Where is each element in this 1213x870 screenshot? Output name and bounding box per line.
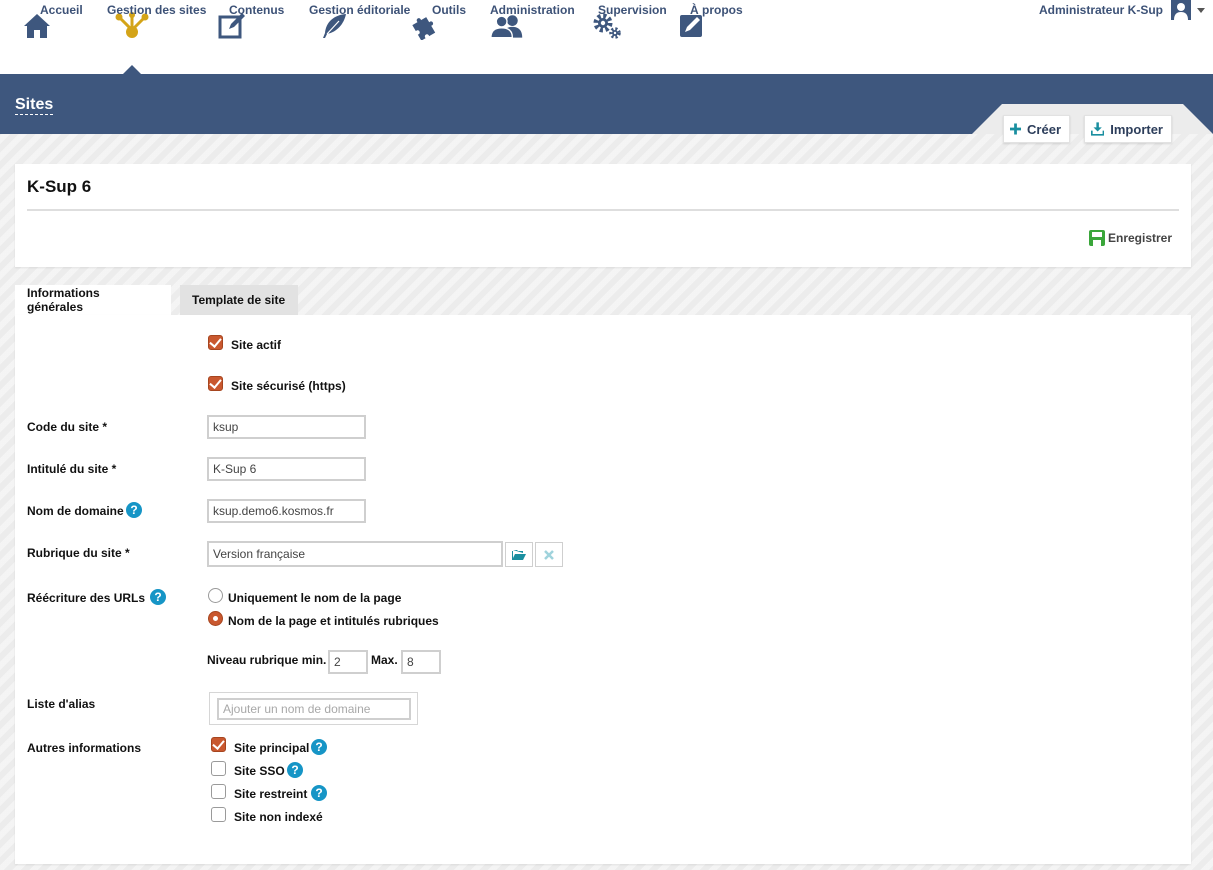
- nav-supervision[interactable]: Supervision: [571, 0, 667, 74]
- liste-alias-label: Liste d'alias: [27, 697, 96, 711]
- nav-label: Administration: [490, 3, 575, 17]
- nav-contenus[interactable]: Contenus: [202, 0, 284, 74]
- folder-open-icon: [512, 549, 526, 560]
- rewrite-option-page-only-radio[interactable]: [208, 588, 223, 603]
- nav-label: Accueil: [40, 3, 83, 17]
- autres-informations-label: Autres informations: [27, 741, 142, 755]
- nav-outils[interactable]: Outils: [405, 0, 466, 74]
- nom-de-domaine-label: Nom de domaine: [27, 504, 124, 518]
- site-actif-checkbox[interactable]: [208, 335, 223, 350]
- code-du-site-input[interactable]: [207, 415, 366, 439]
- help-icon[interactable]: ?: [311, 785, 327, 801]
- user-avatar-icon: [1171, 0, 1191, 20]
- intitule-du-site-input[interactable]: [207, 457, 366, 481]
- clear-rubrique-button[interactable]: [535, 542, 563, 567]
- site-principal-label: Site principal: [234, 741, 310, 755]
- rubrique-du-site-input[interactable]: [207, 541, 503, 567]
- nav-label: Outils: [432, 3, 467, 17]
- nav-label: Gestion éditoriale: [309, 3, 411, 17]
- niveau-max-input[interactable]: [401, 650, 441, 674]
- rewrite-option-label: Uniquement le nom de la page: [228, 591, 402, 605]
- site-non-indexe-checkbox[interactable]: [211, 807, 226, 822]
- help-icon[interactable]: ?: [311, 739, 327, 755]
- help-icon[interactable]: ?: [150, 589, 166, 605]
- nav-administration[interactable]: Administration: [463, 0, 575, 74]
- browse-rubrique-button[interactable]: [505, 542, 533, 567]
- intitule-du-site-label: Intitulé du site *: [27, 462, 117, 476]
- page-title[interactable]: Sites: [15, 95, 54, 115]
- form-panel: [15, 315, 1191, 864]
- nom-de-domaine-input[interactable]: [207, 499, 366, 523]
- active-nav-indicator: [122, 65, 141, 74]
- niveau-min-input[interactable]: [328, 650, 368, 674]
- nav-label: Contenus: [229, 3, 285, 17]
- rewrite-option-label: Nom de la page et intitulés rubriques: [228, 614, 439, 628]
- site-title: K-Sup 6: [27, 177, 92, 196]
- site-principal-checkbox[interactable]: [211, 737, 226, 752]
- save-label: Enregistrer: [1108, 231, 1173, 245]
- alias-input[interactable]: [217, 698, 411, 720]
- site-sso-label: Site SSO: [234, 764, 285, 778]
- nav-gestion-editoriale[interactable]: Gestion éditoriale: [282, 0, 410, 74]
- user-name: Administrateur K-Sup: [1038, 3, 1163, 17]
- import-label: Importer: [1110, 121, 1163, 137]
- alias-container: [209, 692, 418, 725]
- nav-a-propos[interactable]: À propos: [663, 0, 743, 74]
- user-menu[interactable]: Administrateur K-Sup: [1039, 0, 1205, 20]
- site-header-panel: [15, 164, 1191, 267]
- niveau-rubrique-min-label: Niveau rubrique min.: [207, 653, 327, 667]
- nav-label: Supervision: [598, 3, 667, 17]
- save-icon: [1089, 230, 1105, 246]
- reecriture-urls-label: Réécriture des URLs: [27, 591, 146, 605]
- download-icon: [1091, 122, 1105, 136]
- help-icon[interactable]: ?: [287, 762, 303, 778]
- help-icon[interactable]: ?: [126, 502, 142, 518]
- nav-gestion-des-sites[interactable]: Gestion des sites: [80, 0, 206, 74]
- plus-icon: [1010, 123, 1022, 135]
- niveau-max-label: Max.: [371, 653, 398, 667]
- site-actif-label: Site actif: [231, 338, 282, 352]
- close-icon: [544, 549, 554, 560]
- nav-label: À propos: [690, 3, 743, 17]
- create-button[interactable]: Créer: [1003, 115, 1070, 143]
- rubrique-du-site-label: Rubrique du site *: [27, 546, 130, 560]
- chevron-down-icon: [1197, 7, 1205, 13]
- site-non-indexe-label: Site non indexé: [234, 810, 323, 824]
- site-sso-checkbox[interactable]: [211, 761, 226, 776]
- tab-informations-generales[interactable]: Informations générales: [15, 285, 171, 315]
- rewrite-option-page-rubriques-radio[interactable]: [208, 611, 223, 626]
- top-navigation: Accueil Gestion des sites Contenus Gesti…: [0, 0, 1213, 74]
- save-button[interactable]: Enregistrer: [1089, 230, 1172, 246]
- import-button[interactable]: Importer: [1084, 115, 1172, 143]
- tab-template-de-site[interactable]: Template de site: [180, 285, 298, 315]
- site-restreint-checkbox[interactable]: [211, 784, 226, 799]
- nav-accueil[interactable]: Accueil: [13, 0, 83, 74]
- site-securise-label: Site sécurisé (https): [231, 379, 346, 393]
- site-restreint-label: Site restreint: [234, 787, 308, 801]
- create-label: Créer: [1027, 121, 1061, 137]
- nav-label: Gestion des sites: [107, 3, 207, 17]
- site-securise-checkbox[interactable]: [208, 376, 223, 391]
- divider: [27, 209, 1179, 211]
- code-du-site-label: Code du site *: [27, 420, 108, 434]
